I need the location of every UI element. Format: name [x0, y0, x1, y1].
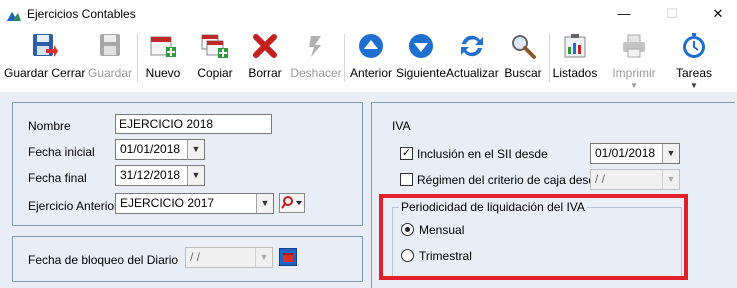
cash-regime-checkbox[interactable]: [400, 173, 413, 186]
new-label: Nuevo: [145, 66, 181, 80]
end-date-field[interactable]: 31/12/2018 ▼: [115, 165, 205, 186]
start-date-field[interactable]: 01/01/2018 ▼: [115, 139, 205, 160]
journal-lock-date-value: / /: [190, 250, 201, 264]
delete-label: Borrar: [248, 66, 282, 80]
tasks-button[interactable]: Tareas ▼: [670, 30, 718, 92]
previous-button[interactable]: Anterior: [346, 30, 396, 92]
previous-label: Anterior: [349, 66, 393, 80]
chevron-down-icon[interactable]: ▼: [255, 248, 272, 267]
tasks-label: Tareas: [675, 66, 713, 80]
reports-icon: [564, 34, 586, 58]
title-bar: Ejercicios Contables — ☐ ✕: [0, 0, 737, 30]
next-label: Siguiente: [396, 66, 447, 80]
new-button[interactable]: Nuevo: [140, 30, 186, 92]
iva-title: IVA: [392, 119, 411, 133]
save-close-label: Guardar Cerrar: [4, 66, 86, 80]
chevron-down-icon: ▼: [690, 81, 698, 90]
refresh-button[interactable]: Actualizar: [446, 30, 499, 92]
start-date-label: Fecha inicial: [28, 145, 95, 159]
toolbar-separator: [344, 34, 345, 82]
print-label: Imprimir: [612, 66, 656, 80]
search-icon: [512, 35, 536, 59]
undo-label: Deshacer: [290, 66, 342, 80]
chevron-down-icon[interactable]: ▼: [662, 170, 679, 189]
arrow-up-icon: [359, 34, 383, 58]
copy-icon: [201, 34, 228, 58]
save-close-button[interactable]: Guardar Cerrar: [4, 30, 86, 92]
next-button[interactable]: Siguiente: [396, 30, 446, 92]
tasks-icon: [683, 33, 705, 58]
highlight-box: [379, 194, 688, 280]
save-close-icon: [33, 34, 58, 57]
sii-date-value: 01/01/2018: [595, 146, 656, 160]
arrow-down-icon: [409, 34, 433, 58]
previous-fiscal-year-value: EJERCICIO 2017: [120, 196, 215, 210]
reports-button[interactable]: Listados: [551, 30, 599, 92]
window-title: Ejercicios Contables: [27, 7, 136, 21]
sii-checkbox[interactable]: ✓: [400, 147, 413, 160]
name-input[interactable]: EJERCICIO 2018: [115, 114, 272, 134]
printer-icon: [623, 34, 645, 58]
cash-regime-date-value: / /: [595, 172, 606, 186]
copy-button[interactable]: Copiar: [190, 30, 240, 92]
app-logo-icon: [7, 12, 21, 21]
cash-regime-label: Régimen del criterio de caja desde: [417, 173, 602, 187]
name-label: Nombre: [28, 119, 71, 133]
chevron-down-icon: ▼: [630, 81, 638, 90]
lookup-button[interactable]: [279, 193, 305, 213]
save-button[interactable]: Guardar: [86, 30, 134, 92]
refresh-label: Actualizar: [446, 66, 499, 80]
toolbar-separator: [549, 34, 550, 82]
delete-icon: [253, 34, 277, 58]
undo-icon: [309, 36, 321, 57]
refresh-icon: [461, 35, 483, 57]
start-date-value: 01/01/2018: [120, 142, 181, 156]
previous-fiscal-year-label: Ejercicio Anterior: [28, 199, 119, 213]
cash-regime-date-field[interactable]: / / ▼: [590, 169, 680, 190]
toolbar: Guardar Cerrar Guardar Nuevo Copiar Borr…: [0, 30, 737, 92]
new-icon: [150, 36, 176, 57]
journal-lock-date-field[interactable]: / / ▼: [185, 247, 273, 268]
chevron-down-icon[interactable]: ▼: [187, 140, 204, 159]
delete-button[interactable]: Borrar: [244, 30, 286, 92]
sii-label: Inclusión en el SII desde: [417, 147, 548, 161]
close-button[interactable]: ✕: [704, 4, 732, 24]
search-button[interactable]: Buscar: [502, 30, 544, 92]
maximize-button[interactable]: ☐: [658, 4, 686, 24]
save-icon: [100, 34, 120, 56]
calendar-icon: [283, 253, 293, 262]
journal-lock-group: Fecha de bloqueo del Diario / / ▼: [12, 236, 363, 282]
general-group: Nombre EJERCICIO 2018 Fecha inicial 01/0…: [12, 102, 363, 226]
end-date-label: Fecha final: [28, 171, 87, 185]
print-button[interactable]: Imprimir ▼: [608, 30, 660, 92]
journal-lock-date-label: Fecha de bloqueo del Diario: [28, 253, 179, 267]
search-label: Buscar: [504, 66, 542, 80]
chevron-down-icon[interactable]: ▼: [662, 144, 679, 163]
form-content: Nombre EJERCICIO 2018 Fecha inicial 01/0…: [0, 92, 737, 288]
copy-label: Copiar: [197, 66, 233, 80]
minimize-button[interactable]: —: [610, 4, 638, 24]
undo-button[interactable]: Deshacer: [290, 30, 342, 92]
previous-fiscal-year-select[interactable]: EJERCICIO 2017 ▼: [115, 193, 274, 214]
save-label: Guardar: [87, 66, 133, 80]
sii-date-field[interactable]: 01/01/2018 ▼: [590, 143, 680, 164]
toolbar-separator: [137, 34, 138, 82]
reports-label: Listados: [552, 66, 598, 80]
chevron-down-icon[interactable]: ▼: [187, 166, 204, 185]
lookup-icon: [281, 196, 302, 209]
calendar-button[interactable]: [279, 248, 297, 266]
end-date-value: 31/12/2018: [120, 168, 181, 182]
chevron-down-icon[interactable]: ▼: [256, 194, 273, 213]
